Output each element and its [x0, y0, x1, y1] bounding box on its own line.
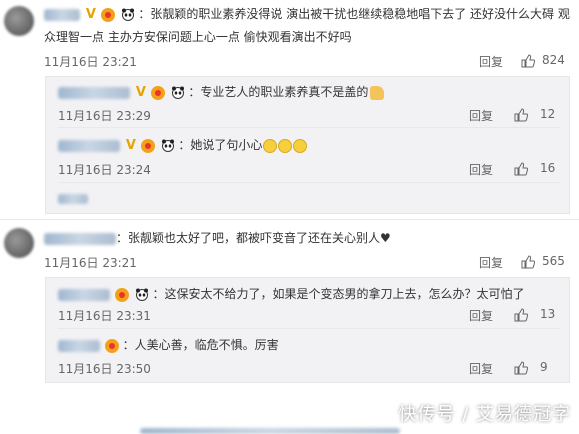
thumbs-up-icon[interactable] [521, 54, 536, 68]
like-count: 16 [540, 161, 556, 175]
thumbs-up-emoji-icon [370, 85, 385, 100]
reply-item: ：这保安太不给力了，如果是个变态男的拿刀上去，怎么办？太可怕了 [58, 285, 525, 303]
vip-icon: V [125, 137, 136, 153]
fan-badge-icon [100, 7, 115, 22]
reply-date: 11月16日 23:29 [58, 109, 151, 123]
comment-divider [0, 219, 579, 220]
reply-text: 这保安太不给力了，如果是个变态男的拿刀上去，怎么办？太可怕了 [164, 287, 525, 301]
reply-item: V ：她说了句小心 [58, 136, 308, 155]
view-more-link[interactable] [58, 194, 88, 204]
panda-icon [161, 139, 175, 152]
thumbs-up-icon[interactable] [521, 255, 536, 269]
smile-emoji-icon [278, 138, 293, 153]
avatar[interactable] [4, 228, 34, 258]
reply-button[interactable]: 回复 [469, 161, 493, 178]
reply-button[interactable]: 回复 [469, 107, 493, 124]
like-count: 565 [542, 254, 565, 268]
panda-icon [135, 288, 149, 301]
comment-header: ：张靓颖也太好了吧，都被吓变音了还在关心别人♥ [44, 229, 391, 247]
comment-text: 张靓颖的职业素养没得说 演出被干扰也继续稳稳地唱下去了 还好没什么大碍 观 [150, 7, 570, 21]
thumbs-up-icon[interactable] [514, 108, 529, 122]
fan-badge-icon [104, 338, 119, 353]
reply-button[interactable]: 回复 [469, 307, 493, 324]
reply-button[interactable]: 回复 [479, 53, 503, 70]
smile-emoji-icon [293, 138, 308, 153]
next-comment-preview [140, 428, 400, 434]
comment-header: V ：张靓颖的职业素养没得说 演出被干扰也继续稳稳地唱下去了 还好没什么大碍 观 [44, 5, 570, 24]
avatar[interactable] [4, 6, 34, 36]
reply-date: 11月16日 23:24 [58, 163, 151, 177]
smile-emoji-icon [263, 138, 278, 153]
username[interactable] [58, 86, 130, 99]
reply-item: V ：专业艺人的职业素养真不是盖的 [58, 83, 385, 102]
like-count: 12 [540, 107, 556, 121]
username[interactable] [58, 139, 120, 152]
comment-date: 11月16日 23:21 [44, 55, 137, 69]
reply-text: 人美心善，临危不惧。厉害 [134, 338, 279, 352]
reply-divider [58, 127, 561, 128]
reply-divider [58, 328, 561, 329]
reply-button[interactable]: 回复 [469, 360, 493, 377]
username[interactable] [58, 288, 110, 301]
fan-badge-icon [114, 287, 129, 302]
fan-badge-icon [140, 138, 155, 153]
like-count: 824 [542, 53, 565, 67]
vip-icon: V [85, 6, 96, 22]
comment-date: 11月16日 23:21 [44, 256, 137, 270]
thumbs-up-icon[interactable] [514, 162, 529, 176]
like-count: 13 [540, 307, 556, 321]
reply-text: 专业艺人的职业素养真不是盖的 [200, 85, 369, 99]
reply-item: ：人美心善，临危不惧。厉害 [58, 336, 279, 354]
username[interactable] [44, 232, 116, 245]
panda-icon [121, 8, 135, 21]
fan-badge-icon [150, 85, 165, 100]
username[interactable] [58, 339, 100, 352]
reply-button[interactable]: 回复 [479, 254, 503, 271]
username[interactable] [44, 8, 80, 21]
reply-date: 11月16日 23:50 [58, 362, 151, 376]
vip-icon: V [135, 84, 146, 100]
watermark: 快传号 / 艾易德冠字 [398, 404, 571, 425]
reply-text: 她说了句小心 [190, 138, 263, 152]
reply-divider [58, 182, 561, 183]
thumbs-up-icon[interactable] [514, 308, 529, 322]
like-count: 9 [540, 360, 548, 374]
thumbs-up-icon[interactable] [514, 361, 529, 375]
comment-text-continued: 众理智一点 主办方安保问题上心一点 偷快观看演出不好吗 [44, 30, 352, 44]
panda-icon [171, 86, 185, 99]
comment-text: 张靓颖也太好了吧，都被吓变音了还在关心别人♥ [128, 231, 391, 245]
reply-date: 11月16日 23:31 [58, 309, 151, 323]
